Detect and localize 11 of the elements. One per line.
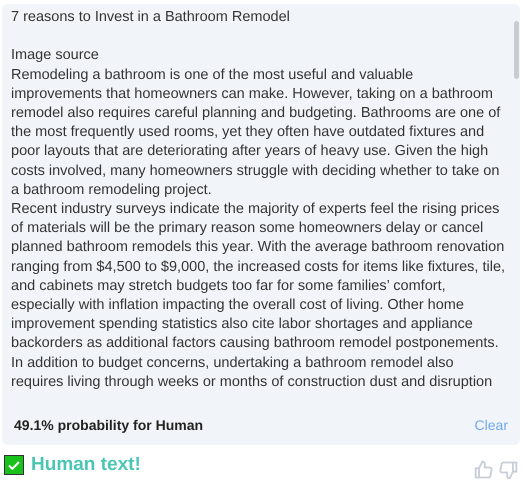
article-paragraph: Image source [11, 46, 100, 66]
article-paragraph: Recent industry surveys indicate the majority of experts feel the rising prices of materials will be the primary reason some homeowners delay or cancel planned bathroom remodels this year. With the average bathroom renovation ranging from $4,500 to $9,000, the increased costs for items like fixtures, tile, and cabinets may stretch budgets too far for some families’ comfort, especially with inflation impacting the overall cost of living. Other home improvement spending statistics also cite labor shortages and appliance backorders as additional factors causing bathroom remodel postponements. [11, 200, 506, 354]
scrollbar-thumb[interactable] [514, 21, 519, 79]
article-title: 7 reasons to Invest in a Bathroom Remodel [11, 8, 291, 27]
article-paragraph: Remodeling a bathroom is one of the most useful and valuable improvements that homeowners can make. However, taking on a bathroom remodel also requires careful planning and budgeting. Bathrooms are one of the most frequently used rooms, yet they often have outdated fixtures and poor layouts that are deteriorating after years of heavy use. Given the high costs involved, many homeowners struggle with deciding whether to take on a bathroom remodeling project. [11, 66, 502, 200]
thumbs-down-icon[interactable] [498, 460, 518, 480]
article-paragraph: In addition to budget concerns, undertaking a bathroom remodel also requires living through weeks or months of construction dust and disruption [11, 354, 494, 392]
clear-link[interactable]: Clear [474, 414, 508, 436]
probability-text: 49.1% probability for Human [14, 416, 204, 435]
verdict-text: Human text! [31, 452, 141, 477]
thumbs-up-icon[interactable] [474, 460, 494, 480]
